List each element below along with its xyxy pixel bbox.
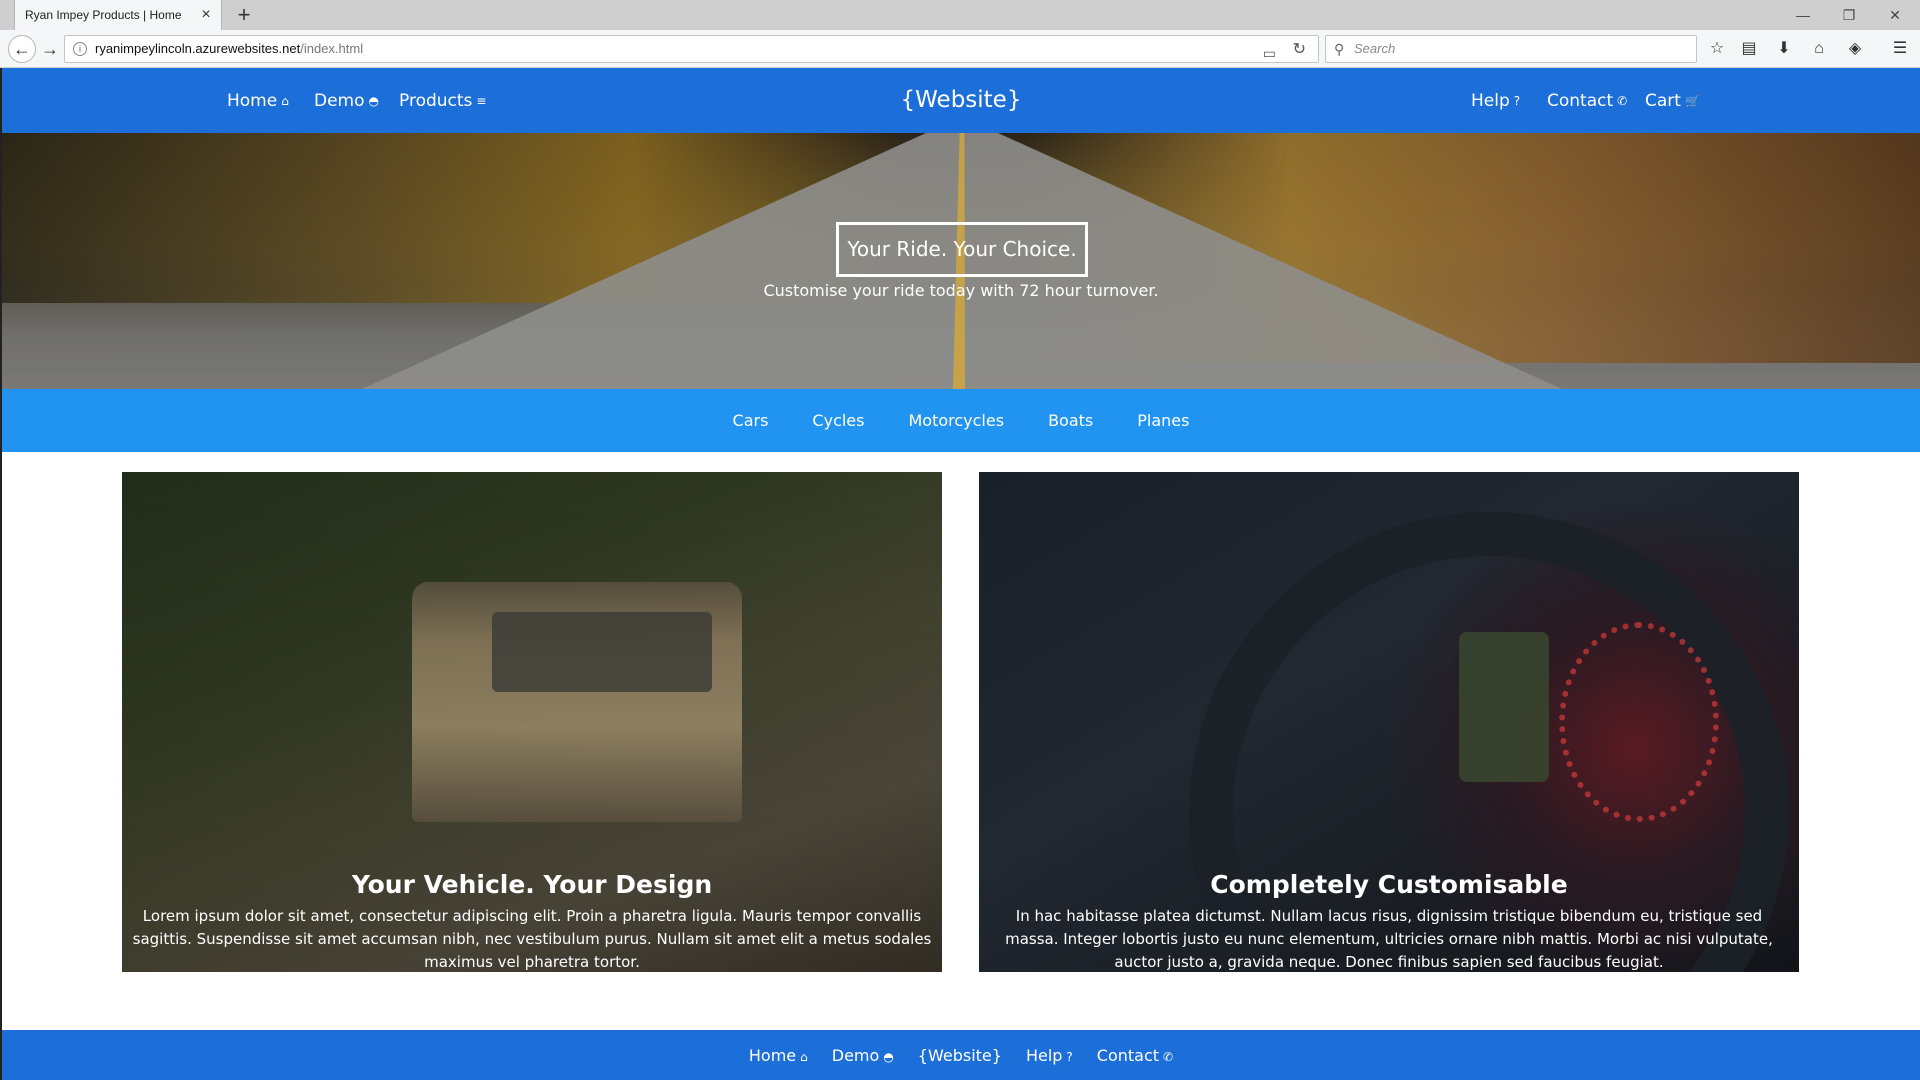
- demo-icon: ◓: [883, 1049, 894, 1064]
- url-host: ryanimpeylincoln.azurewebsites.net: [95, 41, 301, 56]
- search-input[interactable]: ⚲ Search: [1325, 35, 1697, 63]
- cart-icon: 🛒: [1684, 93, 1700, 108]
- site-info-icon[interactable]: i: [73, 42, 87, 56]
- reload-icon[interactable]: ↻: [1293, 37, 1306, 63]
- nav-contact-label: Contact: [1547, 90, 1614, 111]
- nav-products[interactable]: Products ≡: [399, 68, 486, 133]
- reader-view-icon[interactable]: ▭: [1263, 40, 1276, 66]
- back-arrow-icon[interactable]: ←: [8, 35, 36, 63]
- nav-home-label: Home: [227, 90, 278, 111]
- url-path: /index.html: [300, 41, 364, 56]
- pocket-icon[interactable]: ◈: [1843, 37, 1867, 61]
- bookmark-star-icon[interactable]: ☆: [1705, 37, 1729, 61]
- home-icon: ⌂: [281, 93, 289, 108]
- brand-link[interactable]: {Website}: [901, 87, 1022, 113]
- nav-demo[interactable]: Demo ◓: [314, 68, 379, 133]
- tab-title: Ryan Impey Products | Home: [25, 8, 182, 22]
- footer-contact[interactable]: Contact ✆: [1085, 1046, 1185, 1065]
- category-nav: Cars Cycles Motorcycles Boats Planes: [2, 389, 1920, 452]
- footer-home-label: Home: [748, 1045, 797, 1065]
- nav-products-label: Products: [399, 90, 473, 111]
- nav-help[interactable]: Help ?: [1471, 68, 1520, 133]
- bookmarks-library-icon[interactable]: ▤: [1737, 37, 1761, 61]
- search-icon: ⚲: [1334, 41, 1345, 57]
- window-close-icon[interactable]: ✕: [1872, 0, 1918, 30]
- browser-tab[interactable]: Ryan Impey Products | Home ×: [14, 0, 222, 30]
- search-placeholder: Search: [1354, 41, 1396, 56]
- van-window-image: [492, 612, 712, 692]
- card-title: Your Vehicle. Your Design: [351, 870, 713, 899]
- speedometer-image: [1559, 622, 1719, 822]
- footer-help-label: Help: [1025, 1045, 1063, 1065]
- forward-arrow-icon[interactable]: →: [38, 37, 62, 61]
- feature-card-vehicle: Your Vehicle. Your Design Lorem ipsum do…: [122, 472, 942, 972]
- card-text: Lorem ipsum dolor sit amet, consectetur …: [132, 907, 932, 971]
- help-icon: ?: [1066, 1049, 1073, 1064]
- footer-demo-label: Demo: [831, 1045, 880, 1065]
- browser-titlebar: Ryan Impey Products | Home × + — ❐ ✕: [0, 0, 1920, 30]
- restore-icon[interactable]: ❐: [1826, 0, 1872, 30]
- nav-help-label: Help: [1471, 90, 1510, 111]
- nav-cart-label: Cart: [1645, 90, 1681, 111]
- site-brand: {Website}: [2, 68, 1920, 133]
- card-text: In hac habitasse platea dictumst. Nullam…: [1005, 907, 1773, 971]
- home-icon: ⌂: [800, 1049, 808, 1064]
- site-header: {Website} Home ⌂ Demo ◓ Products ≡ Help …: [2, 68, 1920, 133]
- hero-title: Your Ride. Your Choice.: [836, 222, 1088, 277]
- nav-cart[interactable]: Cart 🛒: [1645, 68, 1700, 133]
- browser-toolbar: ← → i ryanimpeylincoln.azurewebsites.net…: [0, 30, 1920, 68]
- footer-help[interactable]: Help?: [1014, 1046, 1085, 1065]
- address-bar[interactable]: i ryanimpeylincoln.azurewebsites.net/ind…: [64, 35, 1319, 63]
- category-motorcycles[interactable]: Motorcycles: [886, 411, 1026, 430]
- card-title: Completely Customisable: [1210, 870, 1568, 899]
- download-icon[interactable]: ⬇: [1772, 37, 1796, 61]
- hero-subtitle: Customise your ride today with 72 hour t…: [763, 281, 1159, 300]
- demo-icon: ◓: [368, 93, 379, 108]
- nav-home[interactable]: Home ⌂: [227, 68, 289, 133]
- category-cycles[interactable]: Cycles: [790, 411, 886, 430]
- category-cars[interactable]: Cars: [711, 411, 791, 430]
- list-icon: ≡: [476, 93, 487, 108]
- footer-contact-label: Contact: [1096, 1045, 1160, 1065]
- home-icon[interactable]: ⌂: [1807, 37, 1831, 61]
- footer-brand[interactable]: {Website}: [906, 1046, 1014, 1065]
- footer-home[interactable]: Home ⌂: [737, 1046, 820, 1065]
- category-boats[interactable]: Boats: [1026, 411, 1115, 430]
- dashboard-display-image: [1459, 632, 1549, 782]
- nav-demo-label: Demo: [314, 90, 365, 111]
- category-planes[interactable]: Planes: [1115, 411, 1211, 430]
- help-icon: ?: [1513, 93, 1521, 108]
- menu-icon[interactable]: ☰: [1888, 37, 1912, 61]
- feature-card-customisable: Completely Customisable In hac habitasse…: [979, 472, 1799, 972]
- new-tab-icon[interactable]: +: [232, 3, 256, 27]
- hero-banner: Your Ride. Your Choice. Customise your r…: [2, 133, 1920, 389]
- footer-demo[interactable]: Demo ◓: [820, 1046, 906, 1065]
- site-footer: Home ⌂ Demo ◓ {Website} Help? Contact ✆: [2, 1030, 1920, 1080]
- minimize-icon[interactable]: —: [1780, 0, 1826, 30]
- phone-icon: ✆: [1163, 1049, 1174, 1064]
- phone-icon: ✆: [1617, 93, 1628, 108]
- nav-contact[interactable]: Contact ✆: [1547, 68, 1627, 133]
- close-tab-icon[interactable]: ×: [197, 6, 215, 24]
